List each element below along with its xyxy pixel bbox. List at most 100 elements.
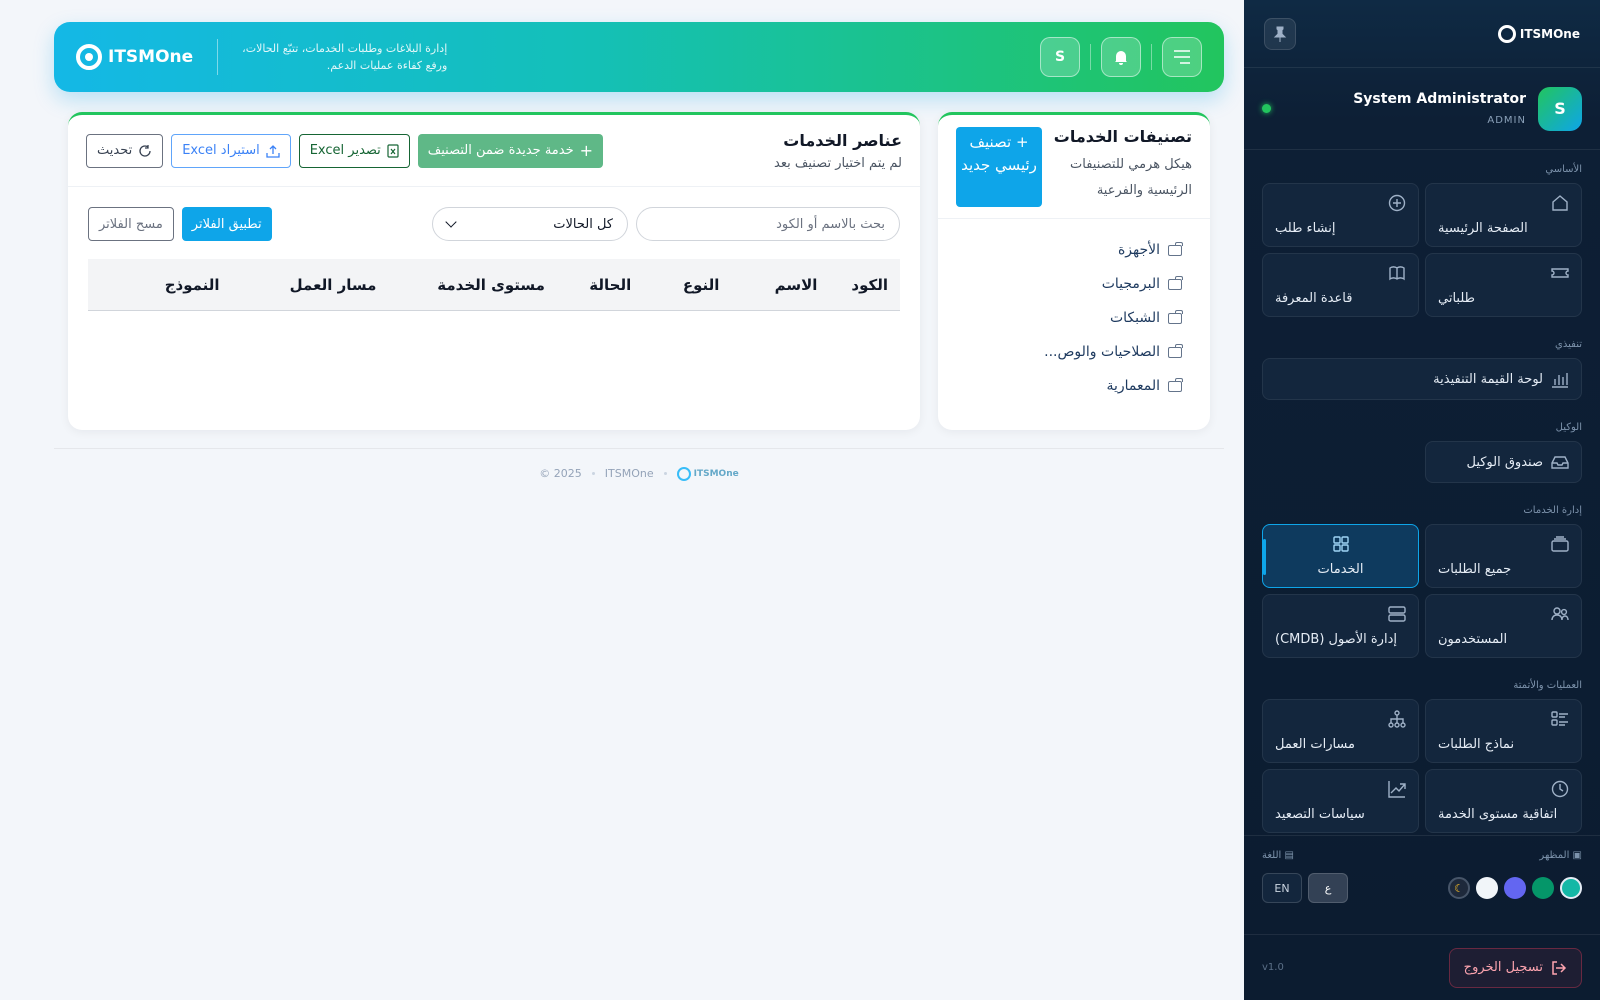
status-filter-select[interactable]: كل الحالات bbox=[432, 207, 628, 241]
theme-green[interactable] bbox=[1532, 877, 1554, 899]
sidebar-item-my-requests[interactable]: طلباتي bbox=[1425, 253, 1582, 317]
sidebar-item-request-forms[interactable]: نماذج الطلبات bbox=[1425, 699, 1582, 763]
category-label: الشبكات bbox=[1109, 310, 1160, 326]
sidebar-item-workflows[interactable]: مسارات العمل bbox=[1262, 699, 1419, 763]
apply-filters-button[interactable]: تطبيق الفلاتر bbox=[181, 207, 272, 241]
footer-app-name: ITSMOne bbox=[604, 467, 654, 480]
sidebar-item-knowledge-base[interactable]: قاعدة المعرفة bbox=[1262, 253, 1419, 317]
header-logo[interactable]: ITSMOne bbox=[76, 44, 193, 70]
avatar[interactable]: S bbox=[1538, 86, 1582, 131]
sidebar-item-agent-inbox[interactable]: صندوق الوكيل bbox=[1425, 441, 1582, 483]
clock-icon bbox=[1551, 780, 1569, 798]
plus-circle-icon bbox=[1388, 194, 1406, 212]
sidebar-logo-text: ITSMOne bbox=[1519, 26, 1580, 41]
ticket-icon bbox=[1551, 268, 1569, 278]
search-input[interactable]: بحث بالاسم أو الكود bbox=[636, 207, 900, 241]
sidebar-item-services[interactable]: الخدمات bbox=[1262, 524, 1419, 588]
logout-button[interactable]: تسجيل الخروج bbox=[1448, 947, 1582, 988]
import-excel-button[interactable]: استيراد Excel bbox=[171, 133, 291, 168]
theme-indigo[interactable] bbox=[1504, 877, 1526, 899]
tagline-line-1: إدارة البلاغات وطلبات الخدمات، تتبّع الح… bbox=[242, 42, 448, 55]
column-header-form[interactable]: النموذج bbox=[100, 276, 220, 294]
sidebar-item-all-requests[interactable]: جميع الطلبات bbox=[1425, 524, 1582, 588]
status-filter-value: كل الحالات bbox=[553, 216, 613, 232]
bar-chart-icon bbox=[1552, 373, 1568, 388]
menu-icon bbox=[1174, 50, 1190, 64]
sidebar-item-create-request[interactable]: إنشاء طلب bbox=[1262, 183, 1419, 247]
logout-icon bbox=[1552, 960, 1567, 975]
language-switcher: EN ع bbox=[1262, 873, 1348, 903]
column-header-service-level[interactable]: مستوى الخدمة bbox=[376, 276, 545, 294]
new-service-button[interactable]: + خدمة جديدة ضمن التصنيف bbox=[417, 133, 604, 168]
tagline-line-2: ورفع كفاءة عمليات الدعم. bbox=[326, 59, 448, 72]
sidebar-item-label: إنشاء طلب bbox=[1275, 221, 1336, 236]
excel-file-icon bbox=[387, 143, 399, 158]
sidebar-top: ITSMOne bbox=[1244, 0, 1600, 68]
category-item[interactable]: البرمجيات bbox=[966, 267, 1183, 301]
footer-logo: ITSMOne bbox=[676, 466, 739, 481]
footer-separator bbox=[591, 472, 595, 475]
footer-logo-text: ITSMOne bbox=[693, 468, 739, 479]
sidebar-item-label: مسارات العمل bbox=[1275, 737, 1355, 752]
theme-light[interactable] bbox=[1476, 877, 1498, 899]
plus-icon: + bbox=[579, 141, 594, 160]
services-title: عناصر الخدمات bbox=[783, 130, 902, 150]
page-footer: © 2025 ITSMOne ITSMOne bbox=[54, 448, 1224, 498]
logo-gear-icon bbox=[1497, 24, 1516, 43]
column-header-name[interactable]: الاسم bbox=[719, 276, 818, 294]
sidebar-item-escalation-policies[interactable]: سياسات التصعيد bbox=[1262, 769, 1419, 833]
export-excel-button[interactable]: تصدير Excel bbox=[298, 133, 410, 168]
notifications-button[interactable] bbox=[1101, 37, 1141, 77]
refresh-button[interactable]: تحديث bbox=[86, 133, 164, 168]
nav-section-title: الأساسي bbox=[1545, 164, 1582, 175]
sidebar-item-label: المستخدمون bbox=[1438, 632, 1508, 647]
sidebar-item-label: طلباتي bbox=[1438, 291, 1475, 306]
column-header-code[interactable]: الكود bbox=[817, 276, 888, 294]
footer-separator bbox=[663, 472, 667, 475]
palette-icon: ▣ bbox=[1569, 850, 1582, 861]
services-table-header: الكود الاسم النوع الحالة مستوى الخدمة مس… bbox=[88, 259, 900, 311]
category-label: المعمارية bbox=[1106, 378, 1160, 394]
upload-icon bbox=[266, 144, 280, 158]
lang-ar-button[interactable]: ع bbox=[1308, 873, 1348, 903]
header-logo-text: ITSMOne bbox=[108, 47, 194, 67]
clear-filters-button[interactable]: مسح الفلاتر bbox=[88, 207, 174, 241]
user-name: System Administrator bbox=[1353, 91, 1526, 107]
services-panel: عناصر الخدمات لم يتم اختيار تصنيف بعد + … bbox=[68, 112, 920, 430]
nav-section-title: العمليات والأتمتة bbox=[1513, 680, 1582, 691]
category-item[interactable]: الأجهزة bbox=[966, 233, 1183, 267]
header-user-button[interactable]: S bbox=[1040, 37, 1080, 77]
sidebar-item-label: إدارة الأصول (CMDB) bbox=[1275, 632, 1397, 647]
folder-icon bbox=[1168, 309, 1183, 324]
online-status-icon bbox=[1262, 104, 1271, 113]
theme-dark[interactable]: ☾ bbox=[1448, 877, 1470, 899]
sidebar-item-sla[interactable]: اتفاقية مستوى الخدمة bbox=[1425, 769, 1582, 833]
sidebar-item-cmdb[interactable]: إدارة الأصول (CMDB) bbox=[1262, 594, 1419, 658]
nav-section-operations: العمليات والأتمتة نماذج الطلبات مسارات ا… bbox=[1244, 680, 1600, 833]
new-main-category-button[interactable]: + تصنيف رئيسي جديد bbox=[956, 127, 1042, 207]
category-item[interactable]: الشبكات bbox=[966, 301, 1183, 335]
home-icon bbox=[1552, 195, 1568, 211]
sidebar-logo[interactable]: ITSMOne bbox=[1497, 24, 1580, 43]
category-item[interactable]: المعمارية bbox=[966, 369, 1183, 403]
sidebar-item-label: نماذج الطلبات bbox=[1438, 737, 1515, 752]
column-header-type[interactable]: النوع bbox=[631, 276, 720, 294]
sidebar-item-label: الخدمات bbox=[1317, 562, 1364, 577]
app-version: v1.0 bbox=[1262, 962, 1284, 973]
column-header-workflow[interactable]: مسار العمل bbox=[220, 276, 377, 294]
logo-gear-icon bbox=[676, 466, 691, 481]
folder-icon bbox=[1168, 377, 1183, 392]
sidebar-item-executive-dashboard[interactable]: لوحة القيمة التنفيذية bbox=[1262, 358, 1582, 400]
menu-toggle-button[interactable] bbox=[1162, 37, 1202, 77]
category-item[interactable]: الصلاحيات والوص... bbox=[966, 335, 1183, 369]
column-header-status[interactable]: الحالة bbox=[545, 276, 631, 294]
theme-teal[interactable] bbox=[1560, 877, 1582, 899]
pin-sidebar-button[interactable] bbox=[1264, 17, 1296, 50]
sidebar-item-home[interactable]: الصفحة الرئيسية bbox=[1425, 183, 1582, 247]
sidebar-item-users[interactable]: المستخدمون bbox=[1425, 594, 1582, 658]
categories-subtitle: هيكل هرمي للتصنيفات الرئيسية والفرعية bbox=[1070, 157, 1192, 198]
chevron-down-icon bbox=[445, 216, 457, 228]
categories-title: تصنيفات الخدمات bbox=[1053, 127, 1192, 146]
lang-en-button[interactable]: EN bbox=[1262, 873, 1302, 903]
nav-section-service-management: إدارة الخدمات جميع الطلبات الخدمات المست… bbox=[1244, 505, 1600, 658]
